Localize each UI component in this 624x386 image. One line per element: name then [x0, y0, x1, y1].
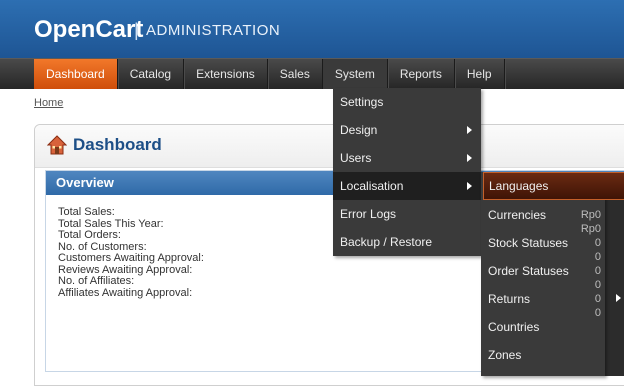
home-icon	[47, 135, 67, 155]
stat-value: 0	[594, 293, 601, 305]
stat-value: Rp0	[580, 209, 601, 221]
system-dropdown: Settings Design Users Localisation Error…	[333, 88, 481, 256]
dropdown-item-label: Design	[340, 123, 378, 137]
top-menu-bar: Dashboard Catalog Extensions Sales Syste…	[0, 58, 624, 89]
stat-value: 0	[594, 237, 601, 249]
submenu-item-label: Currencies	[488, 208, 547, 222]
stat-customers-approval: Customers Awaiting Approval:	[58, 252, 204, 264]
chevron-right-icon	[467, 154, 472, 162]
dropdown-backup-restore[interactable]: Backup / Restore	[333, 228, 481, 256]
chevron-right-icon	[616, 294, 621, 302]
dropdown-item-label: Users	[340, 151, 372, 165]
menu-extensions[interactable]: Extensions	[184, 59, 268, 89]
chevron-right-icon	[467, 126, 472, 134]
stat-value: 0	[594, 279, 601, 291]
submenu-item-label: Zones	[488, 348, 522, 362]
dropdown-item-label: Localisation	[340, 179, 404, 193]
overview-title: Overview	[56, 175, 114, 190]
dropdown-settings[interactable]: Settings	[333, 88, 481, 116]
dropdown-design[interactable]: Design	[333, 116, 481, 144]
submenu-shadow-strip	[605, 200, 624, 376]
box-heading: Dashboard	[35, 125, 624, 168]
logo-separator: |	[134, 20, 139, 40]
menu-help[interactable]: Help	[455, 59, 505, 89]
overview-stats-list: Total Sales: Total Sales This Year: Tota…	[58, 206, 204, 299]
submenu-languages[interactable]: Languages	[483, 172, 624, 200]
dropdown-item-label: Backup / Restore	[340, 235, 433, 249]
dropdown-item-label: Settings	[340, 95, 384, 109]
stat-affiliates-approval: Affiliates Awaiting Approval:	[58, 286, 193, 299]
submenu-zones[interactable]: Zones	[481, 340, 605, 368]
stat-affiliates: No. of Affiliates:	[58, 275, 135, 287]
stat-total-orders: Total Orders:	[58, 229, 121, 241]
stat-value: 0	[594, 251, 601, 263]
menu-reports[interactable]: Reports	[388, 59, 455, 89]
submenu-item-label: Languages	[489, 179, 549, 193]
submenu-item-label: Stock Statuses	[488, 236, 569, 250]
admin-subtitle: ADMINISTRATION	[146, 22, 281, 39]
dropdown-error-logs[interactable]: Error Logs	[333, 200, 481, 228]
stat-value: Rp0	[580, 223, 601, 235]
menu-sales[interactable]: Sales	[268, 59, 323, 89]
menu-catalog[interactable]: Catalog	[118, 59, 185, 89]
brand-logo[interactable]: OpenCart	[34, 16, 143, 44]
submenu-item-label: Returns	[488, 292, 531, 306]
overview-values-list: Rp0 Rp0 0 0 0 0 0 0	[567, 208, 601, 320]
menu-dashboard[interactable]: Dashboard	[34, 59, 118, 89]
breadcrumb-home-link[interactable]: Home	[34, 97, 63, 109]
stat-value: 0	[594, 265, 601, 277]
stat-total-sales: Total Sales:	[58, 206, 115, 218]
chevron-right-icon	[467, 182, 472, 190]
page-title: Dashboard	[73, 135, 162, 154]
submenu-item-label: Order Statuses	[488, 264, 569, 278]
stat-value: 0	[594, 307, 601, 319]
header-banner: OpenCart | ADMINISTRATION	[0, 0, 624, 59]
dropdown-localisation[interactable]: Localisation	[333, 172, 481, 200]
submenu-item-label: Countries	[488, 320, 540, 334]
menu-system[interactable]: System	[322, 59, 388, 89]
dropdown-users[interactable]: Users	[333, 144, 481, 172]
dropdown-item-label: Error Logs	[340, 207, 397, 221]
